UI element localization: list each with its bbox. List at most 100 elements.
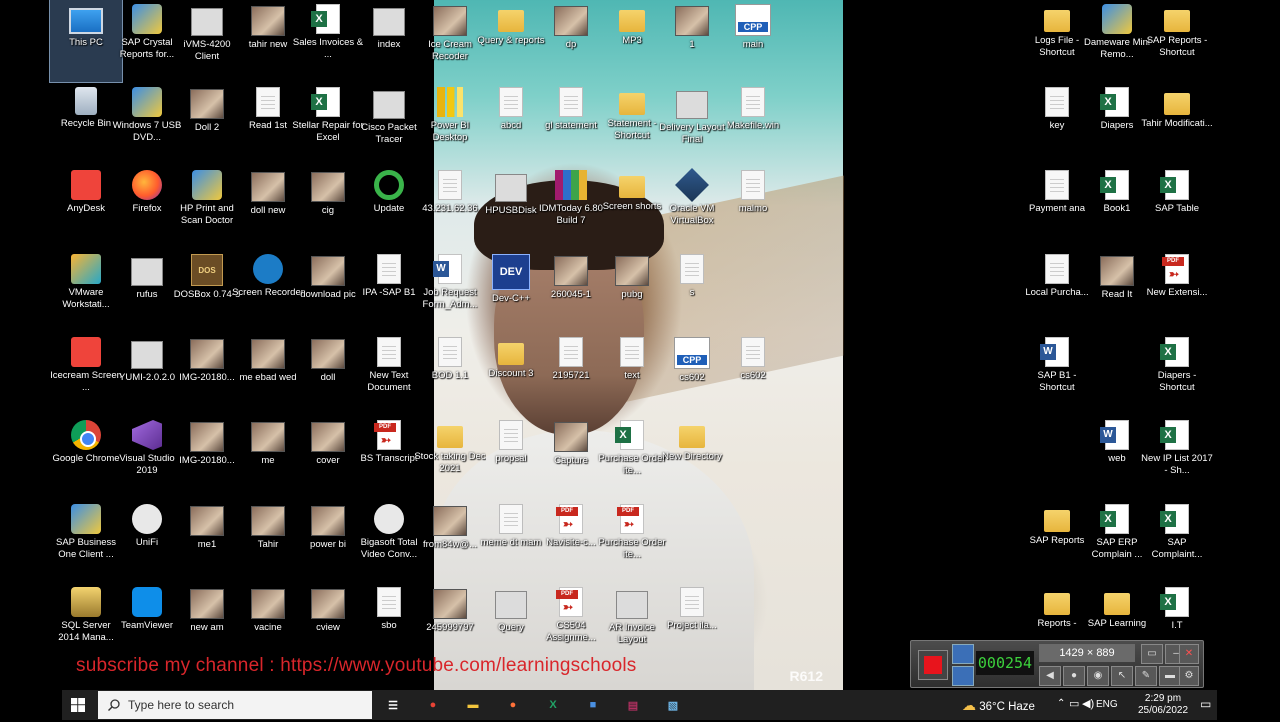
speaker-icon[interactable]: ◀ bbox=[1039, 666, 1061, 686]
stop-record-button[interactable] bbox=[918, 650, 948, 680]
excel-file-icon bbox=[615, 420, 644, 450]
anydesk-icon bbox=[71, 170, 101, 200]
pause-button[interactable] bbox=[952, 666, 974, 686]
desktop-icon[interactable]: cs602 bbox=[717, 333, 789, 415]
desktop-icon[interactable]: New Extensi... bbox=[1141, 250, 1213, 332]
notepad-taskbar-icon[interactable]: ▧ bbox=[660, 693, 686, 717]
word-file-icon bbox=[433, 254, 462, 284]
desktop-icon-label: SAP B1 - Shortcut bbox=[1037, 370, 1077, 393]
excel-file-icon bbox=[1100, 504, 1129, 534]
camera-icon[interactable] bbox=[952, 644, 974, 664]
update-icon bbox=[374, 170, 404, 200]
excel-file-icon bbox=[1100, 170, 1129, 200]
weather-icon: ☁ bbox=[962, 697, 976, 713]
icecream-icon bbox=[71, 337, 101, 367]
desktop-icon[interactable]: SAP Reports - Shortcut bbox=[1141, 0, 1213, 82]
pen-icon[interactable]: ✎ bbox=[1135, 666, 1157, 686]
notification-icon[interactable]: ▭ bbox=[1200, 697, 1211, 711]
folder-icon bbox=[619, 93, 645, 115]
hpusbdisk-icon bbox=[495, 174, 527, 202]
vmware-icon bbox=[71, 254, 101, 284]
pdf-icon bbox=[556, 587, 583, 617]
window-select-icon[interactable]: ▭ bbox=[1141, 644, 1163, 664]
excel-taskbar-icon[interactable]: X bbox=[540, 693, 566, 717]
winrar-icon bbox=[555, 170, 587, 200]
desktop-icon[interactable]: SAP Complaint... bbox=[1141, 500, 1213, 582]
dosbox-icon: DOS bbox=[191, 254, 223, 286]
desktop-icon-label: Purchase Order ite... bbox=[598, 537, 666, 560]
capture-resolution: 1429 × 889 bbox=[1039, 644, 1135, 662]
word-file-icon bbox=[1100, 420, 1129, 450]
cursor-icon[interactable]: ↖ bbox=[1111, 666, 1133, 686]
image-icon bbox=[615, 256, 649, 286]
text-file-icon bbox=[741, 87, 765, 117]
volume-icon[interactable]: ◀) bbox=[1082, 697, 1094, 710]
desktop-icon[interactable]: s bbox=[656, 250, 728, 332]
desktop-icon[interactable]: Purchase Order ite... bbox=[596, 500, 668, 582]
image-icon bbox=[554, 6, 588, 36]
task-view-icon[interactable]: ☰ bbox=[380, 693, 406, 717]
cisco-icon bbox=[373, 91, 405, 119]
pdf-icon bbox=[1162, 254, 1189, 284]
text-file-icon bbox=[559, 337, 583, 367]
taskbar: Type here to search ☰ ● ▬ ● X ■ ▤ ▧ ☁ 36°C Haze… bbox=[62, 690, 1217, 720]
desktop-icon[interactable]: New IP List 2017 - Sh... bbox=[1141, 416, 1213, 498]
taskbar-clock[interactable]: 2:29 pm 25/06/2022 bbox=[1132, 693, 1194, 717]
firefox-icon bbox=[132, 170, 162, 200]
desktop-icon[interactable]: Makefile.win bbox=[717, 83, 789, 165]
network-icon[interactable]: ▭ bbox=[1069, 697, 1079, 710]
desktop-icon[interactable]: Diapers - Shortcut bbox=[1141, 333, 1213, 415]
desktop-icon[interactable]: main bbox=[717, 0, 789, 82]
desktop-icon[interactable]: Project ila... bbox=[656, 583, 728, 665]
image-icon bbox=[251, 339, 285, 369]
wallpaper-tag: R612 bbox=[789, 668, 823, 684]
image-icon bbox=[675, 6, 709, 36]
subscribe-watermark: subscribe my channel : https://www.youtu… bbox=[76, 655, 637, 676]
screen-recorder-toolbar: 000254 1429 × 889 ▭ – ✕ ◀ ● ◉ ↖ ✎ ▬ ⚙ bbox=[910, 640, 1204, 688]
language-indicator[interactable]: ENG bbox=[1096, 690, 1118, 720]
recycle-bin-icon bbox=[75, 87, 97, 115]
text-file-icon bbox=[499, 87, 523, 117]
dameware-icon bbox=[1102, 4, 1132, 34]
close-icon[interactable]: ✕ bbox=[1179, 644, 1199, 664]
image-icon bbox=[311, 339, 345, 369]
devcpp-icon: DEV bbox=[492, 254, 530, 290]
folder-icon bbox=[1104, 593, 1130, 615]
cpp-file-icon bbox=[735, 4, 771, 36]
hp-doctor-icon bbox=[192, 170, 222, 200]
text-file-icon bbox=[680, 587, 704, 617]
sap-business-one-icon bbox=[71, 504, 101, 534]
folder-icon bbox=[437, 426, 463, 448]
webcam-icon[interactable]: ◉ bbox=[1087, 666, 1109, 686]
image-icon bbox=[433, 589, 467, 619]
desktop-icon[interactable]: Tahir Modificati... bbox=[1141, 83, 1213, 165]
excel-file-icon bbox=[1160, 504, 1189, 534]
image-icon bbox=[311, 506, 345, 536]
pdf-icon bbox=[617, 504, 644, 534]
desktop-icon[interactable]: SAP B1 - Shortcut bbox=[1021, 333, 1093, 415]
start-button[interactable] bbox=[62, 690, 94, 720]
folder-icon[interactable]: ▬ bbox=[1159, 666, 1181, 686]
firefox-taskbar-icon[interactable]: ● bbox=[500, 693, 526, 717]
taskbar-search-box[interactable]: Type here to search bbox=[98, 691, 372, 719]
winrar-taskbar-icon[interactable]: ▤ bbox=[620, 693, 646, 717]
file-explorer-taskbar-icon[interactable]: ▬ bbox=[460, 693, 486, 717]
image-icon bbox=[554, 422, 588, 452]
chrome-taskbar-icon[interactable]: ● bbox=[420, 693, 446, 717]
desktop-icon[interactable]: New Directory bbox=[656, 416, 728, 498]
desktop-icon[interactable]: malmo bbox=[717, 166, 789, 248]
desktop-icon-label: New IP List 2017 - Sh... bbox=[1141, 453, 1213, 476]
text-file-icon bbox=[377, 587, 401, 617]
excel-file-icon bbox=[1160, 337, 1189, 367]
virtualbox-icon bbox=[675, 168, 709, 202]
desktop-icon[interactable]: SAP Table bbox=[1141, 166, 1213, 248]
settings-gear-icon[interactable]: ⚙ bbox=[1179, 666, 1199, 686]
ivms-icon bbox=[191, 8, 223, 36]
image-icon bbox=[190, 506, 224, 536]
microphone-icon[interactable]: ● bbox=[1063, 666, 1085, 686]
desktop-icon-label: New Directory bbox=[662, 451, 722, 462]
weather-widget[interactable]: ☁ 36°C Haze bbox=[962, 690, 1035, 720]
sap-taskbar-icon[interactable]: ■ bbox=[580, 693, 606, 717]
tray-chevron-icon[interactable]: ⌃ bbox=[1057, 698, 1065, 709]
unifi-icon bbox=[132, 504, 162, 534]
